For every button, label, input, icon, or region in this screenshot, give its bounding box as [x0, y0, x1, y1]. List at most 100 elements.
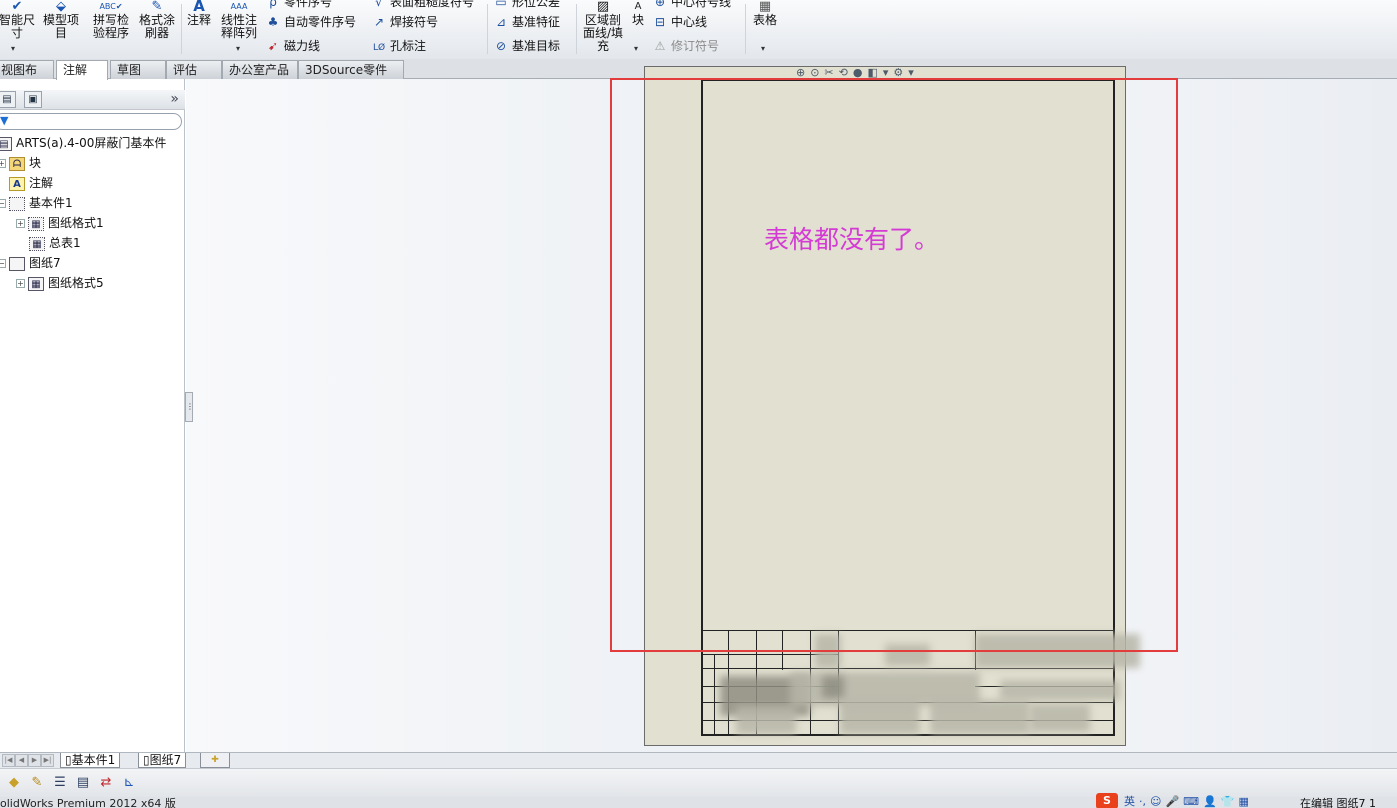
- tree-item-sheet-format-5[interactable]: + ▦ 图纸格式5: [16, 274, 104, 292]
- layer-icon[interactable]: ◆: [5, 774, 23, 792]
- tab-sketch[interactable]: 草图: [110, 60, 166, 79]
- linear-note-pattern-button[interactable]: AAA 线性注 释阵列: [219, 0, 259, 40]
- sheet-icon: [9, 256, 25, 271]
- sheet-tab-bar: |◀ ◀ ▶ ▶| ▯基本件1 ▯图纸7 ✚: [0, 752, 1397, 768]
- ribbon-separator: [576, 4, 577, 54]
- smart-dimension-dropdown[interactable]: ▾: [11, 44, 15, 53]
- revision-symbol-button[interactable]: ⚠ 修订符号: [652, 36, 719, 56]
- geometric-tolerance-button[interactable]: ▭ 形位公差: [493, 0, 560, 12]
- filter-icon: ▼: [0, 114, 9, 127]
- punctuation-icon: ·,: [1139, 795, 1146, 808]
- command-manager-ribbon: ✔ 智能尺 寸 ▾ ⬙ 模型项 目 ABC✔ 拼写检 验程序 ✎ 格式涂 刷器 …: [0, 0, 1397, 60]
- note-pattern-dropdown[interactable]: ▾: [236, 44, 240, 53]
- geometric-tolerance-icon: ▭: [495, 0, 507, 9]
- area-hatch-dropdown[interactable]: ▾: [634, 44, 638, 53]
- tree-item-annotations[interactable]: A 注解: [9, 174, 53, 192]
- folder-icon: ᗩ: [9, 156, 25, 171]
- sheet-tab-sheet7[interactable]: ▯图纸7: [138, 753, 187, 768]
- balloon-button[interactable]: ρ 零件序号: [265, 0, 332, 12]
- ribbon-separator: [487, 4, 488, 54]
- sheet-tab-base[interactable]: ▯基本件1: [60, 753, 121, 768]
- tab-evaluate[interactable]: 评估: [166, 60, 222, 79]
- skin-icon: 👕: [1220, 795, 1235, 808]
- add-sheet-button[interactable]: ✚: [200, 753, 230, 768]
- sheet-tab-icon: ▯: [65, 753, 72, 767]
- tables-dropdown[interactable]: ▾: [761, 44, 765, 53]
- centermark-button[interactable]: ⊕ 中心符号线: [652, 0, 731, 12]
- tab-office-products[interactable]: 办公室产品: [222, 60, 298, 79]
- revision-symbol-icon: ⚠: [654, 39, 666, 53]
- table-icon: ▦: [758, 0, 772, 14]
- area-hatch-button[interactable]: ▨ 区域剖 面线/填 充: [580, 0, 626, 53]
- format-painter-icon: ✎: [151, 0, 163, 14]
- area-hatch-icon: ▨: [596, 0, 610, 14]
- centerline-button[interactable]: ⊟ 中心线: [652, 12, 707, 32]
- prev-sheet-button[interactable]: ◀: [15, 754, 28, 767]
- block-button[interactable]: A 块: [629, 0, 647, 27]
- tree-item-general-table[interactable]: ▦ 总表1: [29, 234, 81, 252]
- tab-annotation[interactable]: 注解: [56, 60, 108, 80]
- first-sheet-button[interactable]: |◀: [2, 754, 15, 767]
- note-pattern-icon: AAA: [230, 2, 248, 11]
- tab-3dsource[interactable]: 3DSource零件库: [298, 60, 404, 95]
- weld-symbol-icon: ↗: [373, 15, 385, 29]
- voice-icon: 🎤: [1165, 795, 1180, 808]
- sheet-icon: [9, 196, 25, 211]
- ime-language: 英: [1124, 795, 1135, 808]
- line-style-icon[interactable]: ▤: [74, 774, 92, 792]
- note-button[interactable]: A 注释: [184, 0, 214, 27]
- smart-dimension-button[interactable]: ✔ 智能尺 寸: [0, 0, 37, 40]
- hide-show-edges-icon[interactable]: ⇄: [97, 774, 115, 792]
- sogou-logo-icon: S: [1096, 793, 1118, 808]
- model-items-icon: ⬙: [56, 0, 66, 14]
- tables-button[interactable]: ▦ 表格: [750, 0, 780, 27]
- emoji-icon: ☺: [1150, 795, 1162, 808]
- hole-callout-button[interactable]: LØ 孔标注: [371, 36, 426, 56]
- collapse-icon: −: [0, 199, 6, 208]
- panel-splitter-handle[interactable]: ⋮: [185, 392, 194, 422]
- spell-checker-button[interactable]: ABC✔ 拼写检 验程序: [91, 0, 131, 40]
- sheet-format-icon: ▦: [28, 216, 44, 231]
- block-icon: A: [634, 1, 642, 12]
- drawing-icon: ▤: [0, 136, 12, 151]
- datum-target-button[interactable]: ⊘ 基准目标: [493, 36, 560, 56]
- spell-check-icon: ABC✔: [99, 2, 123, 11]
- status-product-text: olidWorks Premium 2012 x64 版: [0, 797, 176, 808]
- tree-root[interactable]: ▤ ARTS(a).4-00屏蔽门基本件: [0, 134, 166, 152]
- highlight-rectangle: [610, 78, 1178, 652]
- tree-item-sheet-format-1[interactable]: + ▦ 图纸格式1: [16, 214, 104, 232]
- tree-item-sheet-7[interactable]: − 图纸7: [0, 254, 61, 272]
- balloon-icon: ρ: [269, 0, 277, 9]
- model-items-button[interactable]: ⬙ 模型项 目: [41, 0, 81, 40]
- weld-symbol-button[interactable]: ↗ 焊接符号: [371, 12, 438, 32]
- color-display-mode-icon[interactable]: ⊾: [120, 774, 138, 792]
- centerline-icon: ⊟: [654, 15, 666, 29]
- ribbon-separator: [745, 4, 746, 54]
- keyboard-icon: ⌨: [1183, 795, 1200, 808]
- magnetic-line-button[interactable]: ➹ 磁力线: [265, 36, 320, 56]
- line-thickness-icon[interactable]: ☰: [51, 774, 69, 792]
- surface-finish-button[interactable]: √ 表面粗糙度符号: [371, 0, 474, 12]
- property-manager-tab-icon[interactable]: ▣: [24, 91, 42, 108]
- format-painter-button[interactable]: ✎ 格式涂 刷器: [137, 0, 177, 40]
- user-icon: 👤: [1203, 795, 1217, 808]
- auto-balloon-button[interactable]: ♣ 自动零件序号: [265, 12, 356, 32]
- sheet-format-icon: ▦: [28, 276, 44, 291]
- annotation-note: 表格都没有了。: [764, 225, 940, 254]
- line-color-icon[interactable]: ✎: [28, 774, 46, 792]
- tree-item-blocks[interactable]: + ᗩ 块: [0, 154, 41, 172]
- tab-view-layout[interactable]: 视图布局: [0, 60, 54, 95]
- hole-callout-icon: LØ: [372, 43, 386, 53]
- last-sheet-button[interactable]: ▶|: [41, 754, 54, 767]
- tree-filter-input[interactable]: ▼: [0, 113, 182, 130]
- toolbox-icon: ▦: [1238, 795, 1249, 808]
- status-editing-sheet: 在编辑 图纸7 1: [1300, 797, 1376, 808]
- auto-balloon-icon: ♣: [267, 15, 279, 29]
- collapse-panel-icon[interactable]: »: [170, 91, 179, 107]
- next-sheet-button[interactable]: ▶: [28, 754, 41, 767]
- feature-tree-tab-icon[interactable]: ▤: [0, 91, 16, 108]
- annotation-icon: A: [9, 176, 25, 191]
- add-sheet-icon: ✚: [211, 755, 219, 765]
- datum-feature-button[interactable]: ⊿ 基准特征: [493, 12, 560, 32]
- tree-item-sheet-base[interactable]: − 基本件1: [0, 194, 73, 212]
